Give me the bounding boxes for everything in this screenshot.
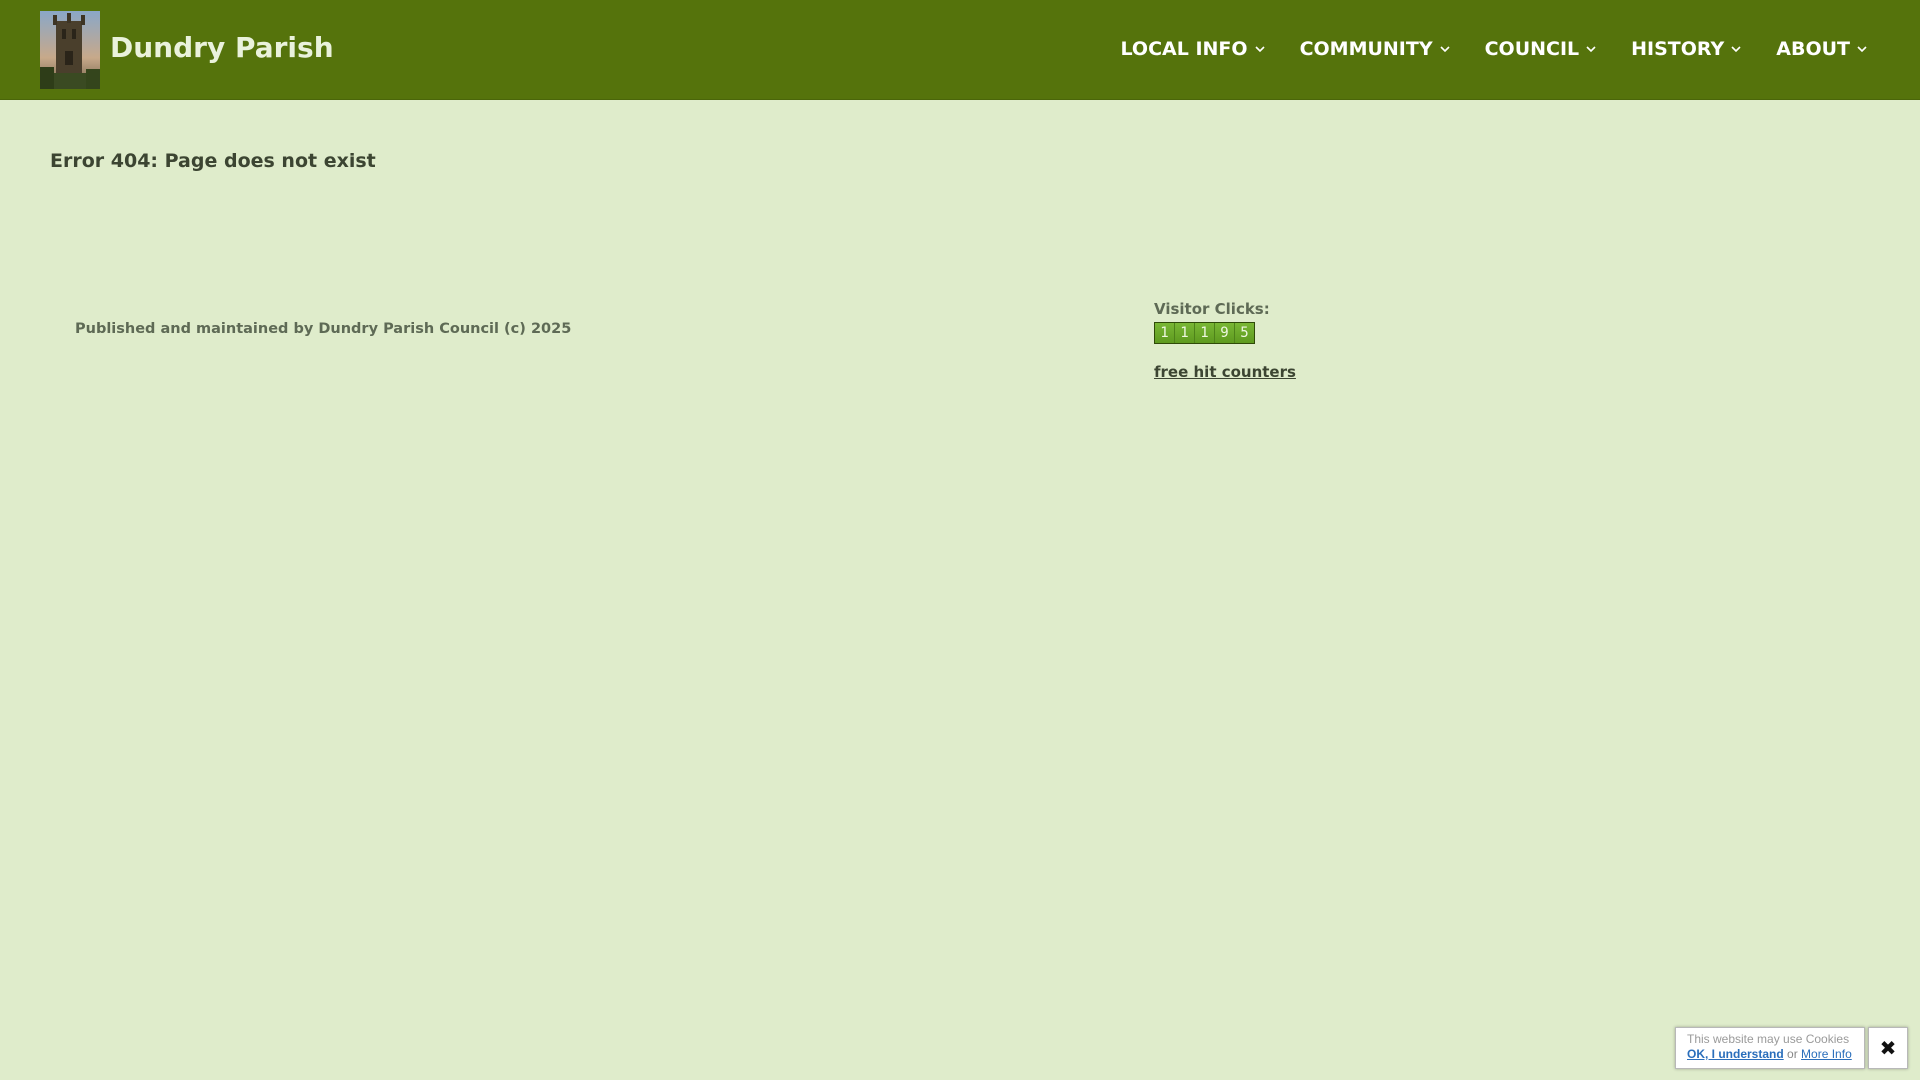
chevron-down-icon [1586, 46, 1596, 53]
church-tower-photo [40, 11, 100, 89]
nav-item-council[interactable]: COUNCIL [1485, 37, 1598, 61]
nav-item-local-info[interactable]: LOCAL INFO [1121, 37, 1266, 61]
page-title: Error 404: Page does not exist [50, 150, 376, 172]
visitor-clicks-label: Visitor Clicks: [1154, 300, 1270, 318]
nav-item-community[interactable]: COMMUNITY [1300, 37, 1451, 61]
free-hit-counters-link[interactable]: free hit counters [1154, 363, 1296, 381]
cookie-separator: or [1787, 1047, 1802, 1061]
counter-digit: 9 [1215, 323, 1235, 343]
main-nav: LOCAL INFO COMMUNITY COUNCIL HISTORY ABO… [1121, 37, 1869, 61]
nav-item-about[interactable]: ABOUT [1776, 37, 1868, 61]
nav-item-label: LOCAL INFO [1120, 38, 1248, 60]
site-logo-image[interactable] [40, 11, 100, 89]
footer-published-text: Published and maintained by Dundry Paris… [75, 321, 572, 337]
cookie-actions: OK, I understand or More Info [1687, 1047, 1852, 1061]
counter-digit: 1 [1195, 323, 1215, 343]
nav-item-label: COMMUNITY [1299, 38, 1433, 60]
chevron-down-icon [1731, 46, 1741, 53]
counter-digit: 1 [1155, 323, 1175, 343]
nav-item-history[interactable]: HISTORY [1631, 37, 1742, 61]
chevron-down-icon [1254, 46, 1265, 53]
site-header: Dundry Parish LOCAL INFO COMMUNITY COUNC… [0, 0, 1920, 100]
nav-item-label: HISTORY [1631, 38, 1725, 60]
cookie-notice: This website may use Cookies OK, I under… [1675, 1027, 1865, 1069]
cookie-message: This website may use Cookies [1687, 1032, 1850, 1046]
cookie-more-info-link[interactable]: More Info [1801, 1047, 1852, 1061]
hit-counter[interactable]: 1 1 1 9 5 [1154, 322, 1255, 344]
chevron-down-icon [1857, 46, 1867, 53]
close-icon[interactable]: ✖ [1868, 1027, 1908, 1069]
nav-item-label: COUNCIL [1484, 38, 1580, 60]
cookie-accept-link[interactable]: OK, I understand [1687, 1047, 1784, 1061]
chevron-down-icon [1440, 46, 1450, 53]
counter-digit: 5 [1235, 323, 1254, 343]
site-title[interactable]: Dundry Parish [110, 30, 334, 66]
nav-item-label: ABOUT [1776, 38, 1850, 60]
counter-digit: 1 [1175, 323, 1195, 343]
